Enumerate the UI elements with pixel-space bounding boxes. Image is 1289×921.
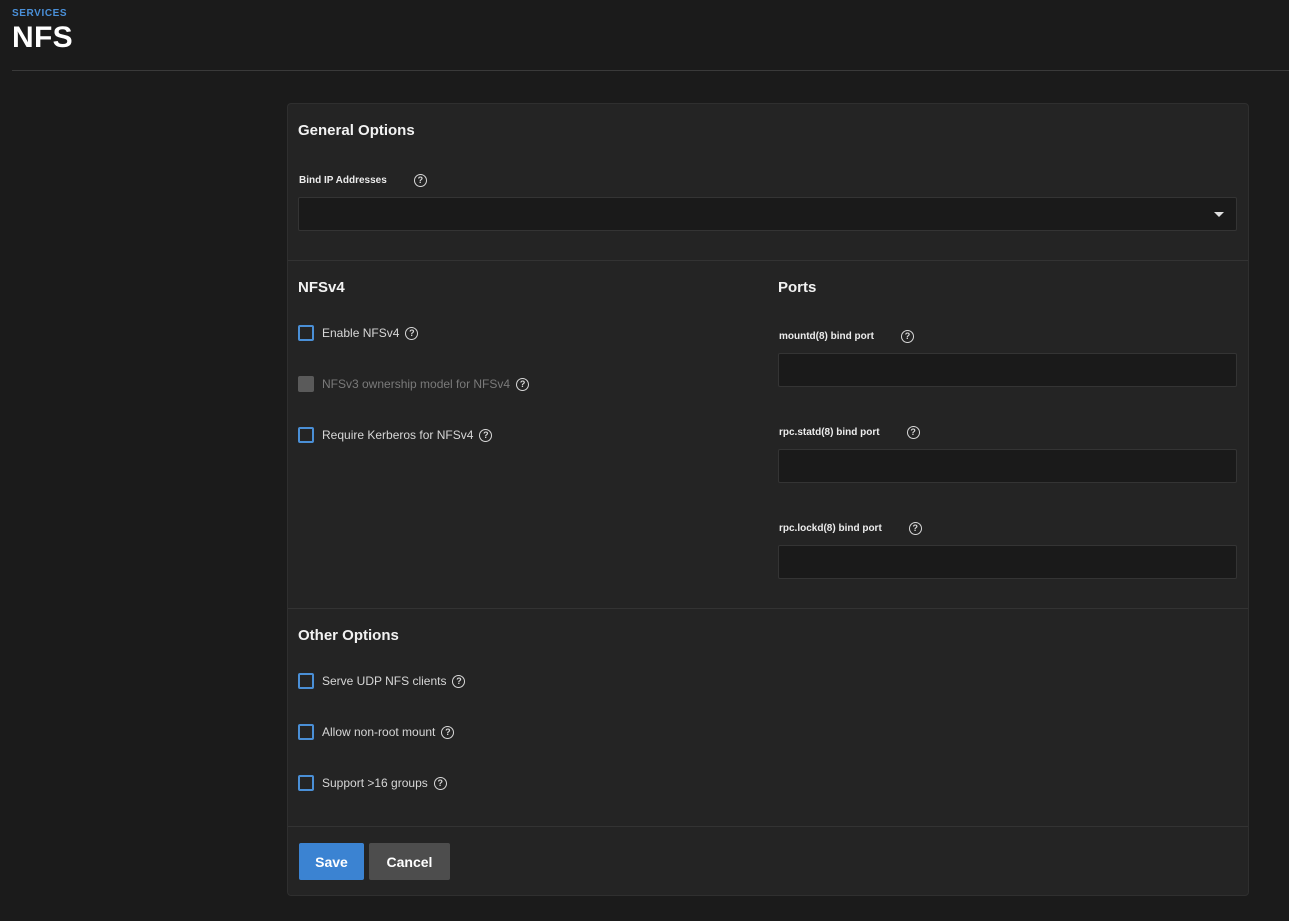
checkbox-label: Support >16 groups [322,776,428,790]
other-options-section: Other Options Serve UDP NFS clients ? Al… [288,609,1248,827]
help-icon[interactable]: ? [433,776,447,790]
help-icon[interactable]: ? [405,326,419,340]
chevron-down-icon [1214,212,1224,217]
checkbox-box[interactable] [298,325,314,341]
statd-port-input[interactable] [778,449,1237,483]
help-icon[interactable]: ? [413,174,427,187]
checkbox-nfsv3-ownership: NFSv3 ownership model for NFSv4 ? [298,375,530,393]
nfsv4-ports-section: NFSv4 Enable NFSv4 ? NFSv3 ownership mod… [288,261,1248,609]
checkbox-box[interactable] [298,724,314,740]
header-divider [12,70,1289,71]
lockd-port-label: rpc.lockd(8) bind port ? [779,522,922,535]
lockd-port-label-text: rpc.lockd(8) bind port [779,523,882,534]
statd-port-label: rpc.statd(8) bind port ? [779,426,920,439]
checkbox-box[interactable] [298,673,314,689]
checkbox-label: Require Kerberos for NFSv4 [322,428,474,442]
checkbox-enable-nfsv4[interactable]: Enable NFSv4 ? [298,324,419,342]
checkbox-label: Serve UDP NFS clients [322,674,447,688]
ports-title: Ports [778,279,817,296]
checkbox-label: Enable NFSv4 [322,326,400,340]
page-title: NFS [12,21,73,54]
help-icon[interactable]: ? [452,674,466,688]
checkbox-allow-nonroot[interactable]: Allow non-root mount ? [298,723,455,741]
mountd-port-label-text: mountd(8) bind port [779,331,874,342]
bind-ip-label: Bind IP Addresses ? [299,174,427,187]
checkbox-box [298,376,314,392]
help-icon[interactable]: ? [900,330,914,343]
other-options-title: Other Options [298,627,399,644]
page-header: SERVICES NFS [12,8,1289,55]
form-actions: Save Cancel [299,843,450,880]
statd-port-label-text: rpc.statd(8) bind port [779,427,880,438]
nfsv4-title: NFSv4 [298,279,345,296]
checkbox-require-kerberos[interactable]: Require Kerberos for NFSv4 ? [298,426,493,444]
bind-ip-label-text: Bind IP Addresses [299,175,387,186]
checkbox-serve-udp[interactable]: Serve UDP NFS clients ? [298,672,466,690]
help-icon[interactable]: ? [906,426,920,439]
help-icon[interactable]: ? [516,377,530,391]
mountd-port-input[interactable] [778,353,1237,387]
lockd-port-input[interactable] [778,545,1237,579]
checkbox-box[interactable] [298,775,314,791]
checkbox-support-16-groups[interactable]: Support >16 groups ? [298,774,447,792]
general-options-title: General Options [298,122,415,139]
help-icon[interactable]: ? [441,725,455,739]
general-options-section: General Options Bind IP Addresses ? [288,104,1248,261]
mountd-port-label: mountd(8) bind port ? [779,330,914,343]
bind-ip-select[interactable] [298,197,1237,231]
checkbox-label: Allow non-root mount [322,725,436,739]
cancel-button[interactable]: Cancel [369,843,450,880]
checkbox-label: NFSv3 ownership model for NFSv4 [322,377,511,391]
checkbox-box[interactable] [298,427,314,443]
help-icon[interactable]: ? [479,428,493,442]
save-button[interactable]: Save [299,843,364,880]
breadcrumb[interactable]: SERVICES [12,8,1289,19]
help-icon[interactable]: ? [908,522,922,535]
nfs-settings-card: General Options Bind IP Addresses ? NFSv… [287,103,1249,896]
